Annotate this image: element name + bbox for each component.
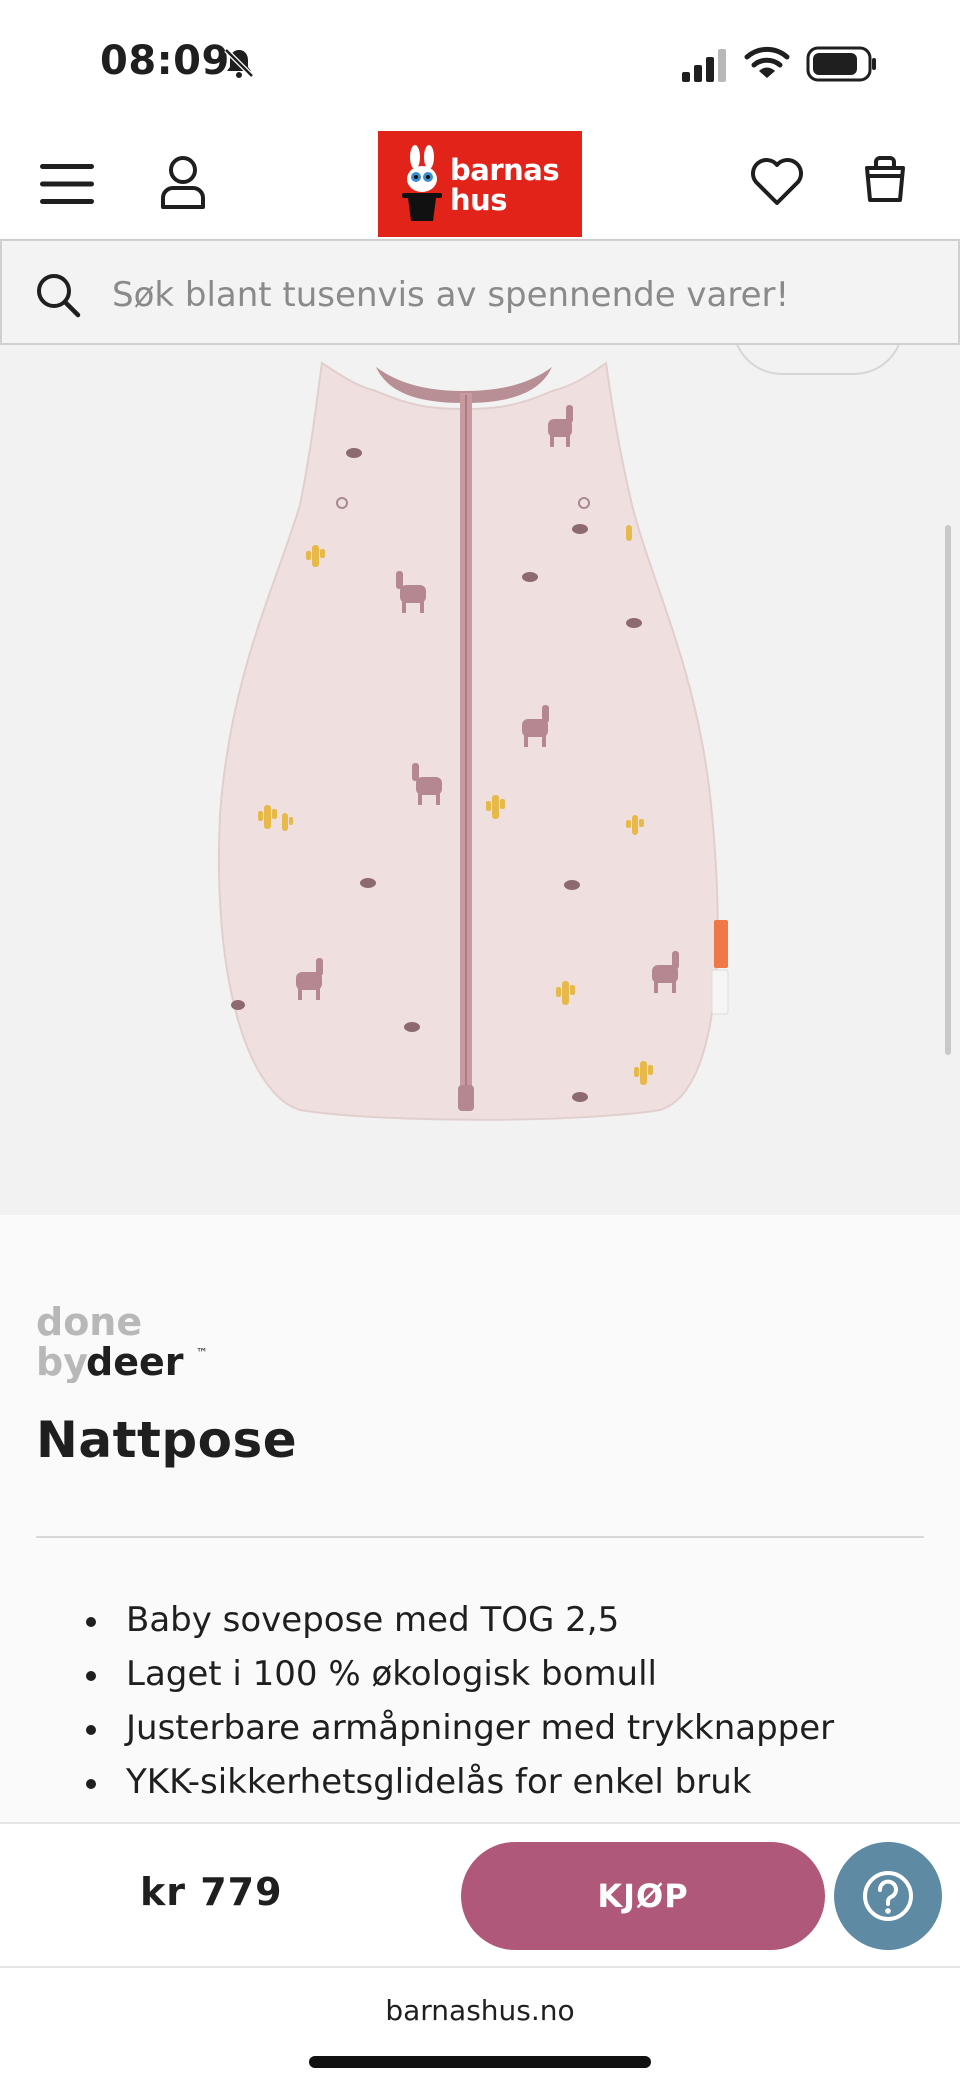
product-title: Nattpose bbox=[36, 1411, 298, 1469]
svg-text:done: done bbox=[36, 1301, 142, 1344]
price: kr 779 bbox=[140, 1870, 283, 1914]
product-details: done by deer ™ Nattpose Baby sovepose me… bbox=[0, 1215, 960, 1825]
brand-logo[interactable]: done by deer ™ bbox=[36, 1301, 226, 1383]
wifi-icon bbox=[744, 46, 790, 78]
heart-icon[interactable] bbox=[750, 156, 804, 208]
search-bar[interactable]: Søk blant tusenvis av spennende varer! bbox=[0, 239, 960, 345]
svg-text:deer: deer bbox=[86, 1340, 184, 1383]
help-icon bbox=[863, 1871, 913, 1921]
site-header: barnas hus bbox=[0, 128, 960, 238]
bunny-hat-icon bbox=[402, 145, 442, 221]
search-icon[interactable] bbox=[34, 271, 82, 319]
feature-item: Justerbare armåpninger med trykknapper bbox=[86, 1701, 834, 1755]
help-button[interactable] bbox=[834, 1842, 942, 1950]
buy-button[interactable]: KJØP bbox=[461, 1842, 825, 1950]
bell-slash-icon bbox=[224, 48, 254, 78]
search-input[interactable]: Søk blant tusenvis av spennende varer! bbox=[112, 275, 789, 315]
feature-list: Baby sovepose med TOG 2,5 Laget i 100 % … bbox=[86, 1593, 834, 1809]
feature-item: Laget i 100 % økologisk bomull bbox=[86, 1647, 834, 1701]
status-bar: 08:09 bbox=[0, 0, 960, 128]
sleeping-bag-image bbox=[217, 361, 729, 1121]
url-text[interactable]: barnashus.no bbox=[0, 1994, 960, 2027]
buy-bar: kr 779 KJØP bbox=[0, 1822, 960, 1966]
signal-icon bbox=[682, 49, 726, 82]
svg-text:™: ™ bbox=[196, 1346, 208, 1360]
page-scrollbar[interactable] bbox=[945, 525, 951, 1055]
svg-text:by: by bbox=[36, 1340, 88, 1383]
page: 08:09 barnas hus Søk blant tusenvis av s… bbox=[0, 0, 960, 2081]
home-indicator[interactable] bbox=[309, 2056, 651, 2068]
barnashus-logo[interactable]: barnas hus bbox=[378, 131, 582, 237]
bag-icon[interactable] bbox=[862, 154, 908, 204]
user-icon[interactable] bbox=[160, 154, 206, 210]
feature-item: YKK-sikkerhetsglidelås for enkel bruk bbox=[86, 1755, 834, 1809]
status-time: 08:09 bbox=[100, 38, 230, 84]
menu-icon[interactable] bbox=[38, 162, 96, 206]
browser-address-bar[interactable]: barnashus.no bbox=[0, 1966, 960, 2081]
logo-text: barnas hus bbox=[450, 153, 560, 217]
product-image[interactable] bbox=[0, 345, 960, 1215]
feature-item: Baby sovepose med TOG 2,5 bbox=[86, 1593, 834, 1647]
divider bbox=[36, 1536, 924, 1538]
battery-icon bbox=[806, 46, 876, 82]
